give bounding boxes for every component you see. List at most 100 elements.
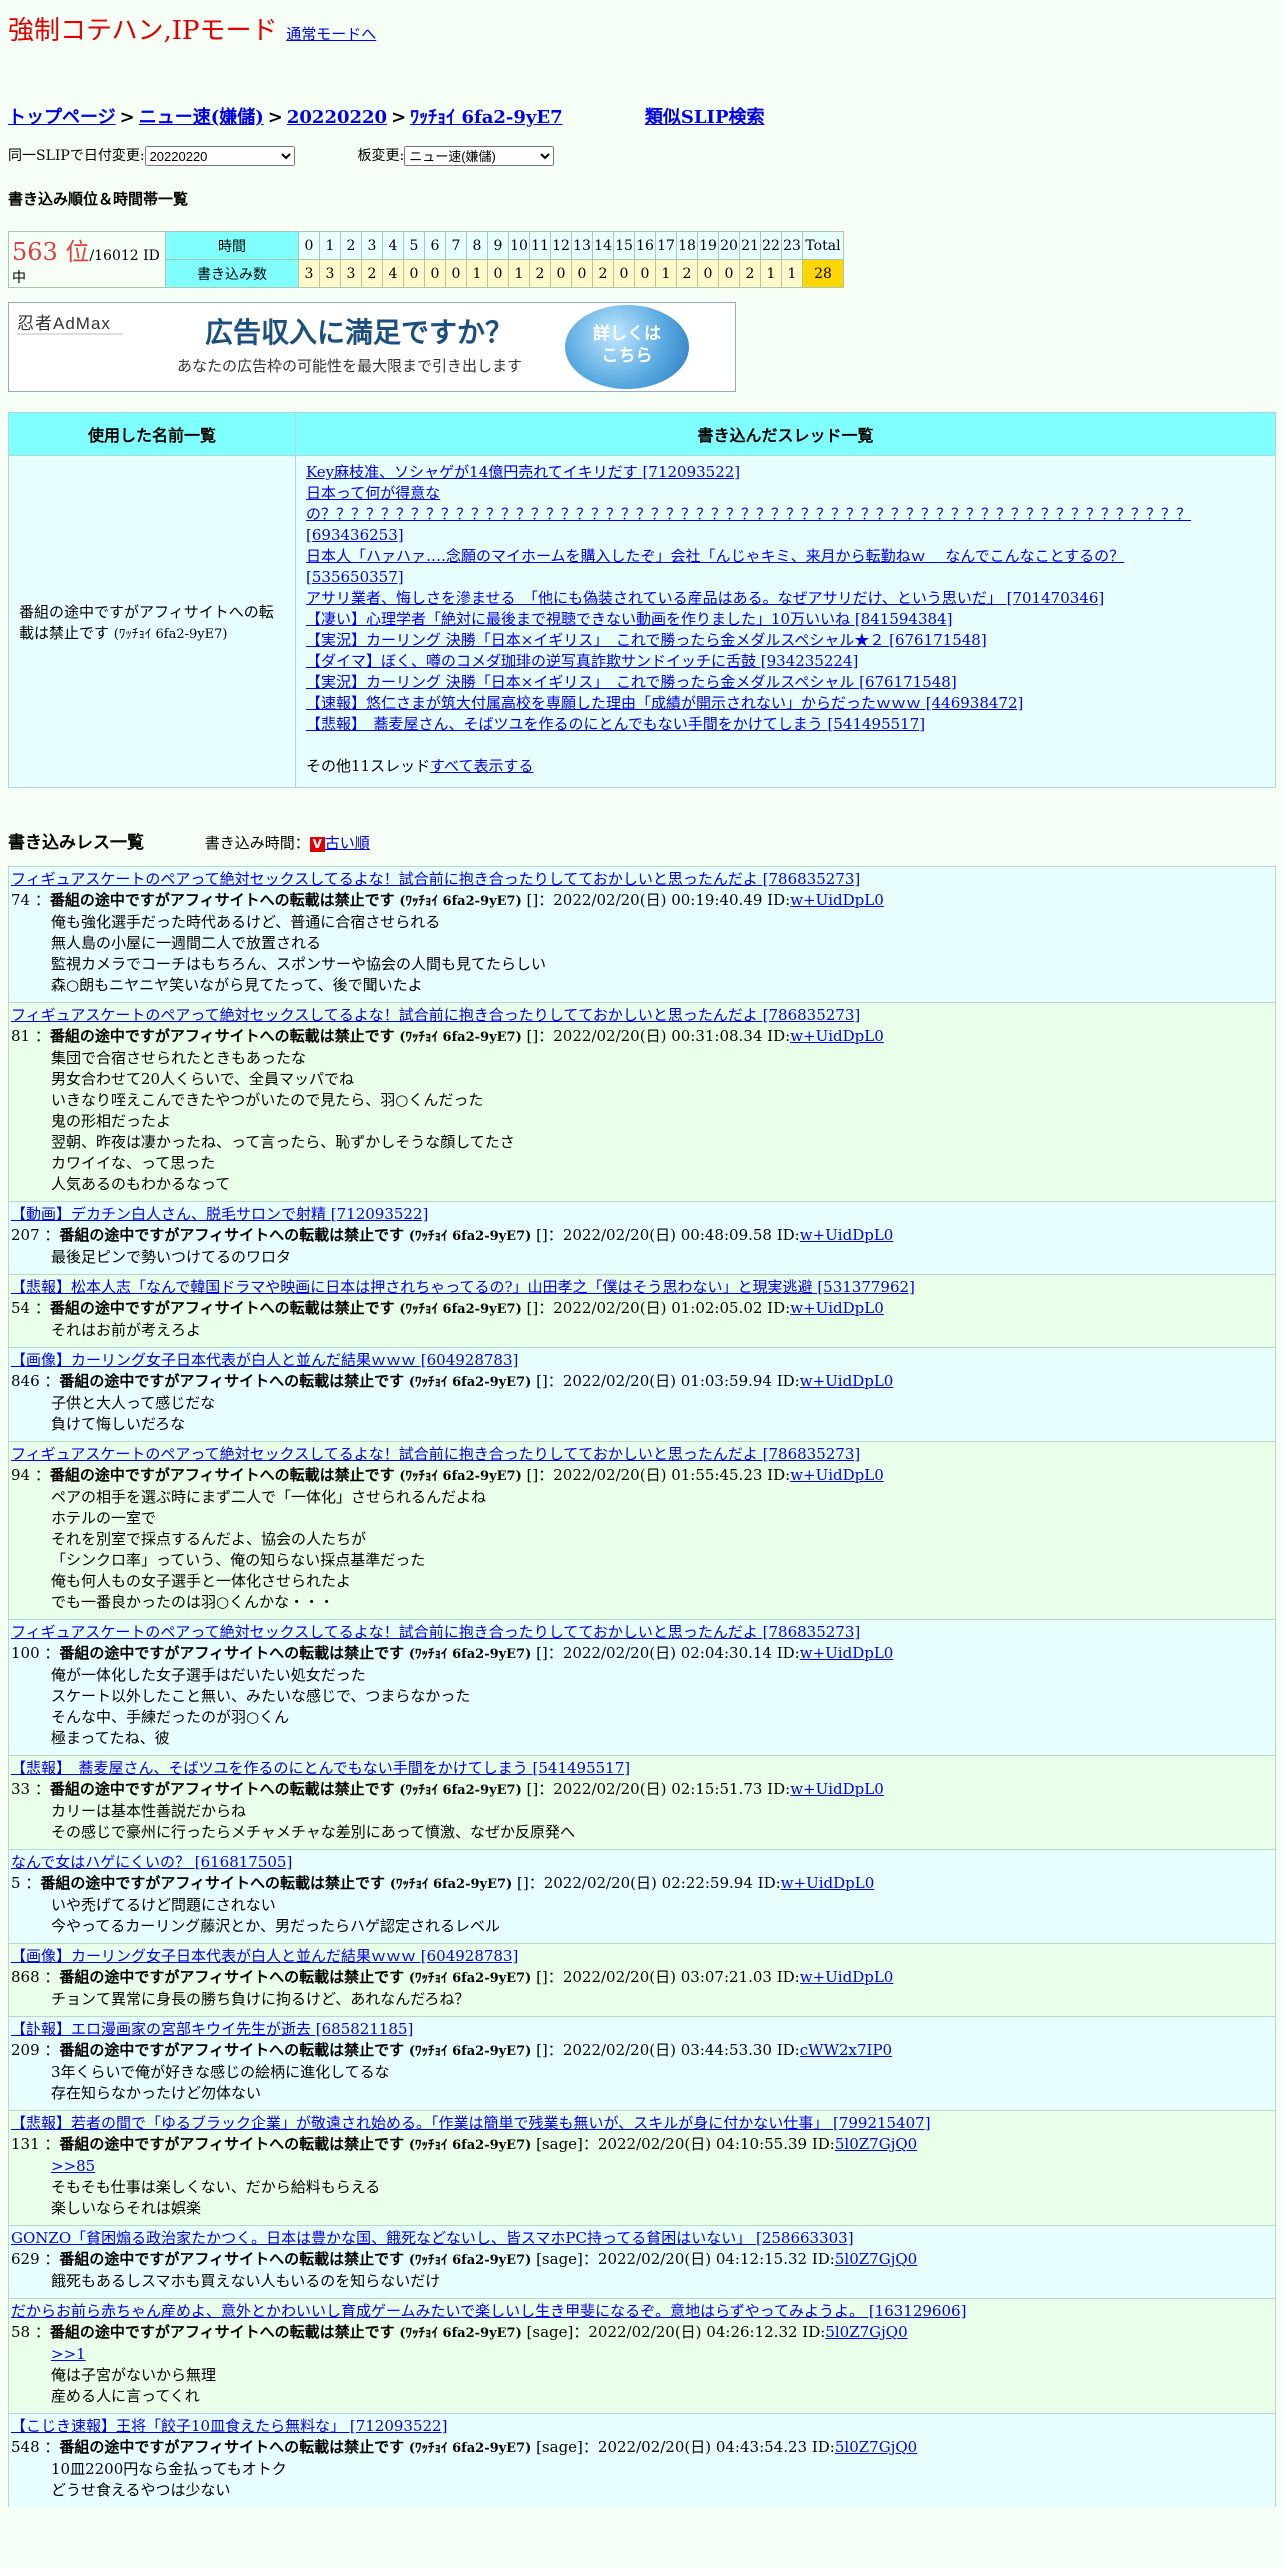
oldest-first-link[interactable]: 古い順 <box>325 834 370 852</box>
post-line: 俺が一体化した女子選手はだいたい処女だった <box>51 1666 366 1684</box>
post-meta: 54 ：番組の途中ですがアフィサイトへの転載は禁止です (ﾜｯﾁｮｲ 6fa2-… <box>11 1298 1273 1320</box>
thread-link[interactable]: 【凄い】心理学者「絶対に最後まで視聴できない動画を作りました」10万いいね [8… <box>306 609 1265 630</box>
post-id-link[interactable]: w+UidDpL0 <box>790 1299 884 1317</box>
post-slip: (ﾜｯﾁｮｲ 6fa2-9yE7) <box>389 1877 513 1892</box>
ad-details-button[interactable]: 詳しくは こちら <box>565 305 689 389</box>
post: フィギュアスケートのペアって絶対セックスしてるよな！試合前に抱き合ったりしててお… <box>8 1002 1276 1201</box>
post-meta: 131 ：番組の途中ですがアフィサイトへの転載は禁止です (ﾜｯﾁｮｲ 6fa2… <box>11 2134 1273 2156</box>
post-thread-link[interactable]: フィギュアスケートのペアって絶対セックスしてるよな！試合前に抱き合ったりしててお… <box>11 1444 1273 1465</box>
posts-header: 書き込みレス一覧 書き込み時間： V 古い順 <box>8 828 1276 853</box>
breadcrumb-top[interactable]: トップページ <box>8 107 116 128</box>
post-num: 33 <box>11 1780 31 1798</box>
ad-banner[interactable]: 忍者AdMax 広告収入に満足ですか？ あなたの広告枠の可能性を最大限まで引き出… <box>8 302 736 392</box>
post-id-link[interactable]: w+UidDpL0 <box>800 1644 894 1662</box>
post-name: 番組の途中ですがアフィサイトへの転載は禁止です <box>59 2438 405 2456</box>
post-mail: [] <box>536 1644 548 1662</box>
post-id-link[interactable]: cWW2x7IP0 <box>800 2041 892 2059</box>
post-line: いや禿げてるけど問題にされない <box>51 1896 276 1914</box>
thread-link[interactable]: 【実況】カーリング 決勝「日本×イギリス」 これで勝ったら金メダルスペシャル★２… <box>306 630 1265 651</box>
post-id-link[interactable]: w+UidDpL0 <box>800 1372 894 1390</box>
post-id-link[interactable]: w+UidDpL0 <box>790 1027 884 1045</box>
post-id-link[interactable]: w+UidDpL0 <box>790 891 884 909</box>
similar-slip-search-link[interactable]: 類似SLIP検索 <box>645 107 765 128</box>
post-id-link[interactable]: 5l0Z7GjQ0 <box>835 2250 917 2268</box>
post-meta: 81 ：番組の途中ですがアフィサイトへの転載は禁止です (ﾜｯﾁｮｲ 6fa2-… <box>11 1026 1273 1048</box>
thread-link[interactable]: 【ダイマ】ぼく、噂のコメダ珈琲の逆写真詐欺サンドイッチに舌鼓 [93423522… <box>306 651 1265 672</box>
post-id-link[interactable]: 5l0Z7GjQ0 <box>825 2323 907 2341</box>
post-thread-link[interactable]: フィギュアスケートのペアって絶対セックスしてるよな！試合前に抱き合ったりしててお… <box>11 1005 1273 1026</box>
normal-mode-link[interactable]: 通常モードへ <box>286 25 376 43</box>
post-slip: (ﾜｯﾁｮｲ 6fa2-9yE7) <box>399 1783 522 1798</box>
thread-link[interactable]: の？？？？？？？？？？？？？？？？？？？？？？？？？？？？？？？？？？？？？？？… <box>306 504 1265 546</box>
thread-link[interactable]: 日本って何が得意な <box>306 483 1265 504</box>
ad-brand-logo: 忍者AdMax <box>17 314 111 333</box>
post-id-link[interactable]: w+UidDpL0 <box>800 1968 894 1986</box>
post-line: それを別室で採点するんだよ、協会の人たちが <box>51 1530 367 1548</box>
post-id-link[interactable]: w+UidDpL0 <box>790 1780 884 1798</box>
breadcrumb-board[interactable]: ニュー速(嫌儲) <box>139 107 264 128</box>
post-line: 森○朗もニヤニヤ笑いながら見てたって、後で聞いたよ <box>51 976 423 994</box>
post-mail: [] <box>536 1226 548 1244</box>
hour-count: 1 <box>655 259 677 288</box>
hour-count: 1 <box>760 259 782 288</box>
show-all-threads-link[interactable]: すべて表示する <box>430 757 533 775</box>
post-thread-link[interactable]: 【悲報】松本人志「なんで韓国ドラマや映画に日本は押されちゃってるの?」山田孝之「… <box>11 1277 1273 1298</box>
thread-link[interactable]: [535650357] <box>306 567 1265 588</box>
post-thread-link[interactable]: GONZO「貧困煽る政治家たかつく。日本は豊かな国、餓死などないし、皆スマホPC… <box>11 2228 1273 2249</box>
time-label: 時間 <box>165 231 299 260</box>
post-thread-link[interactable]: 【画像】カーリング女子日本代表が白人と並んだ結果ｗｗｗ [604928783] <box>11 1946 1273 1967</box>
thread-link[interactable]: 【速報】悠仁さまが筑大付属高校を専願した理由「成績が開示されない」からだったｗｗ… <box>306 693 1265 714</box>
post-name: 番組の途中ですがアフィサイトへの転載は禁止です <box>49 2323 395 2341</box>
post-id-link[interactable]: 5l0Z7GjQ0 <box>835 2438 917 2456</box>
post-date: 2022/02/20(日) 03:07:21.03 ID: <box>562 1968 800 1986</box>
post-body: >>1 俺は子宮がないから無理 産める人に言ってくれ <box>11 2344 1273 2407</box>
post-id-link[interactable]: w+UidDpL0 <box>800 1226 894 1244</box>
post-colon: ： <box>582 2135 598 2153</box>
post-thread-link[interactable]: フィギュアスケートのペアって絶対セックスしてるよな！試合前に抱き合ったりしててお… <box>11 1622 1273 1643</box>
reply-anchor-link[interactable]: >>85 <box>51 2156 1273 2177</box>
post-id-link[interactable]: w+UidDpL0 <box>781 1874 875 1892</box>
reply-anchor-link[interactable]: >>1 <box>51 2344 1273 2365</box>
post-line: 産める人に言ってくれ <box>51 2387 200 2405</box>
thread-link[interactable]: Key麻枝准、ソシャゲが14億円売れてイキリだす [712093522] <box>306 462 1265 483</box>
hour-header: 23 <box>781 231 803 260</box>
thread-link[interactable]: 日本人「ハァハァ‥‥念願のマイホームを購入したぞ」会社「んじゃキミ、来月から転勤… <box>306 546 1265 567</box>
post-body: ペアの相手を選ぶ時にまず二人で「一体化」させられるんだよね ホテルの一室で それを別… <box>11 1487 1273 1613</box>
thread-link[interactable]: 【悲報】 蕎麦屋さん、そばツユを作るのにとんでもない手間をかけてしまう [541… <box>306 714 1265 735</box>
thread-link[interactable]: 【実況】カーリング 決勝「日本×イギリス」 これで勝ったら金メダルスペシャル [… <box>306 672 1265 693</box>
date-select[interactable]: 20220220 <box>144 146 295 166</box>
post-thread-link[interactable]: だからお前ら赤ちゃん産めよ、意外とかわいいし育成ゲームみたいで楽しいし生き甲斐に… <box>11 2301 1273 2322</box>
post-thread-link[interactable]: なんで女はハゲにくいの？ [616817505] <box>11 1852 1273 1873</box>
post-slip: (ﾜｯﾁｮｲ 6fa2-9yE7) <box>408 2044 532 2059</box>
post-thread-link[interactable]: フィギュアスケートのペアって絶対セックスしてるよな！試合前に抱き合ったりしててお… <box>11 869 1273 890</box>
post-line: 俺も強化選手だった時代あるけど、普通に合宿させられる <box>51 913 441 931</box>
post-colon: ： <box>39 1644 60 1662</box>
board-select[interactable]: ニュー速(嫌儲) <box>404 146 555 166</box>
post-line: 楽しいならそれは娯楽 <box>51 2199 202 2217</box>
post-line: 子供と大人って感じだな <box>51 1394 216 1412</box>
hour-count: 4 <box>382 259 404 288</box>
post-id-link[interactable]: w+UidDpL0 <box>790 1466 884 1484</box>
post-thread-link[interactable]: 【画像】カーリング女子日本代表が白人と並んだ結果ｗｗｗ [604928783] <box>11 1350 1273 1371</box>
post-colon: ： <box>30 1466 50 1484</box>
post-name: 番組の途中ですがアフィサイトへの転載は禁止です <box>59 2250 405 2268</box>
post-slip: (ﾜｯﾁｮｲ 6fa2-9yE7) <box>399 2326 522 2341</box>
post-meta: 94 ：番組の途中ですがアフィサイトへの転載は禁止です (ﾜｯﾁｮｲ 6fa2-… <box>11 1465 1273 1487</box>
post-thread-link[interactable]: 【こじき速報】王将「餃子10皿食えたら無料な」 [712093522] <box>11 2416 1273 2437</box>
post-colon: ： <box>39 2438 60 2456</box>
post-thread-link[interactable]: 【動画】デカチン白人さん、脱毛サロンで射精 [712093522] <box>11 1204 1273 1225</box>
post-thread-link[interactable]: 【悲報】若者の間で「ゆるブラック企業」が敬遠され始める。「作業は簡単で残業も無い… <box>11 2113 1273 2134</box>
post-name: 番組の途中ですがアフィサイトへの転載は禁止です <box>49 1780 395 1798</box>
hour-count: 0 <box>403 259 425 288</box>
post-line: どうせ食えるやつは少ない <box>51 2481 231 2499</box>
post-date: 2022/02/20(日) 03:44:53.30 ID: <box>562 2041 800 2059</box>
breadcrumb-slip[interactable]: ﾜｯﾁｮｲ 6fa2-9yE7 <box>410 107 562 128</box>
post-body: 餓死もあるしスマホも買えない人もいるのを知らないだけ <box>11 2271 1273 2292</box>
post-id-link[interactable]: 5l0Z7GjQ0 <box>835 2135 917 2153</box>
breadcrumb-date[interactable]: 20220220 <box>287 107 387 128</box>
thread-link[interactable]: アサリ業者、悔しさを滲ませる 「他にも偽装されている産品はある。なぜアサリだけ、… <box>306 588 1265 609</box>
post-thread-link[interactable]: 【悲報】 蕎麦屋さん、そばツユを作るのにとんでもない手間をかけてしまう [541… <box>11 1758 1273 1779</box>
post-mail: [sage] <box>536 2250 583 2268</box>
post-line: 最後足ピンで勢いつけてるのワロタ <box>51 1248 292 1266</box>
post-thread-link[interactable]: 【訃報】エロ漫画家の宮部キウイ先生が逝去 [685821185] <box>11 2019 1273 2040</box>
